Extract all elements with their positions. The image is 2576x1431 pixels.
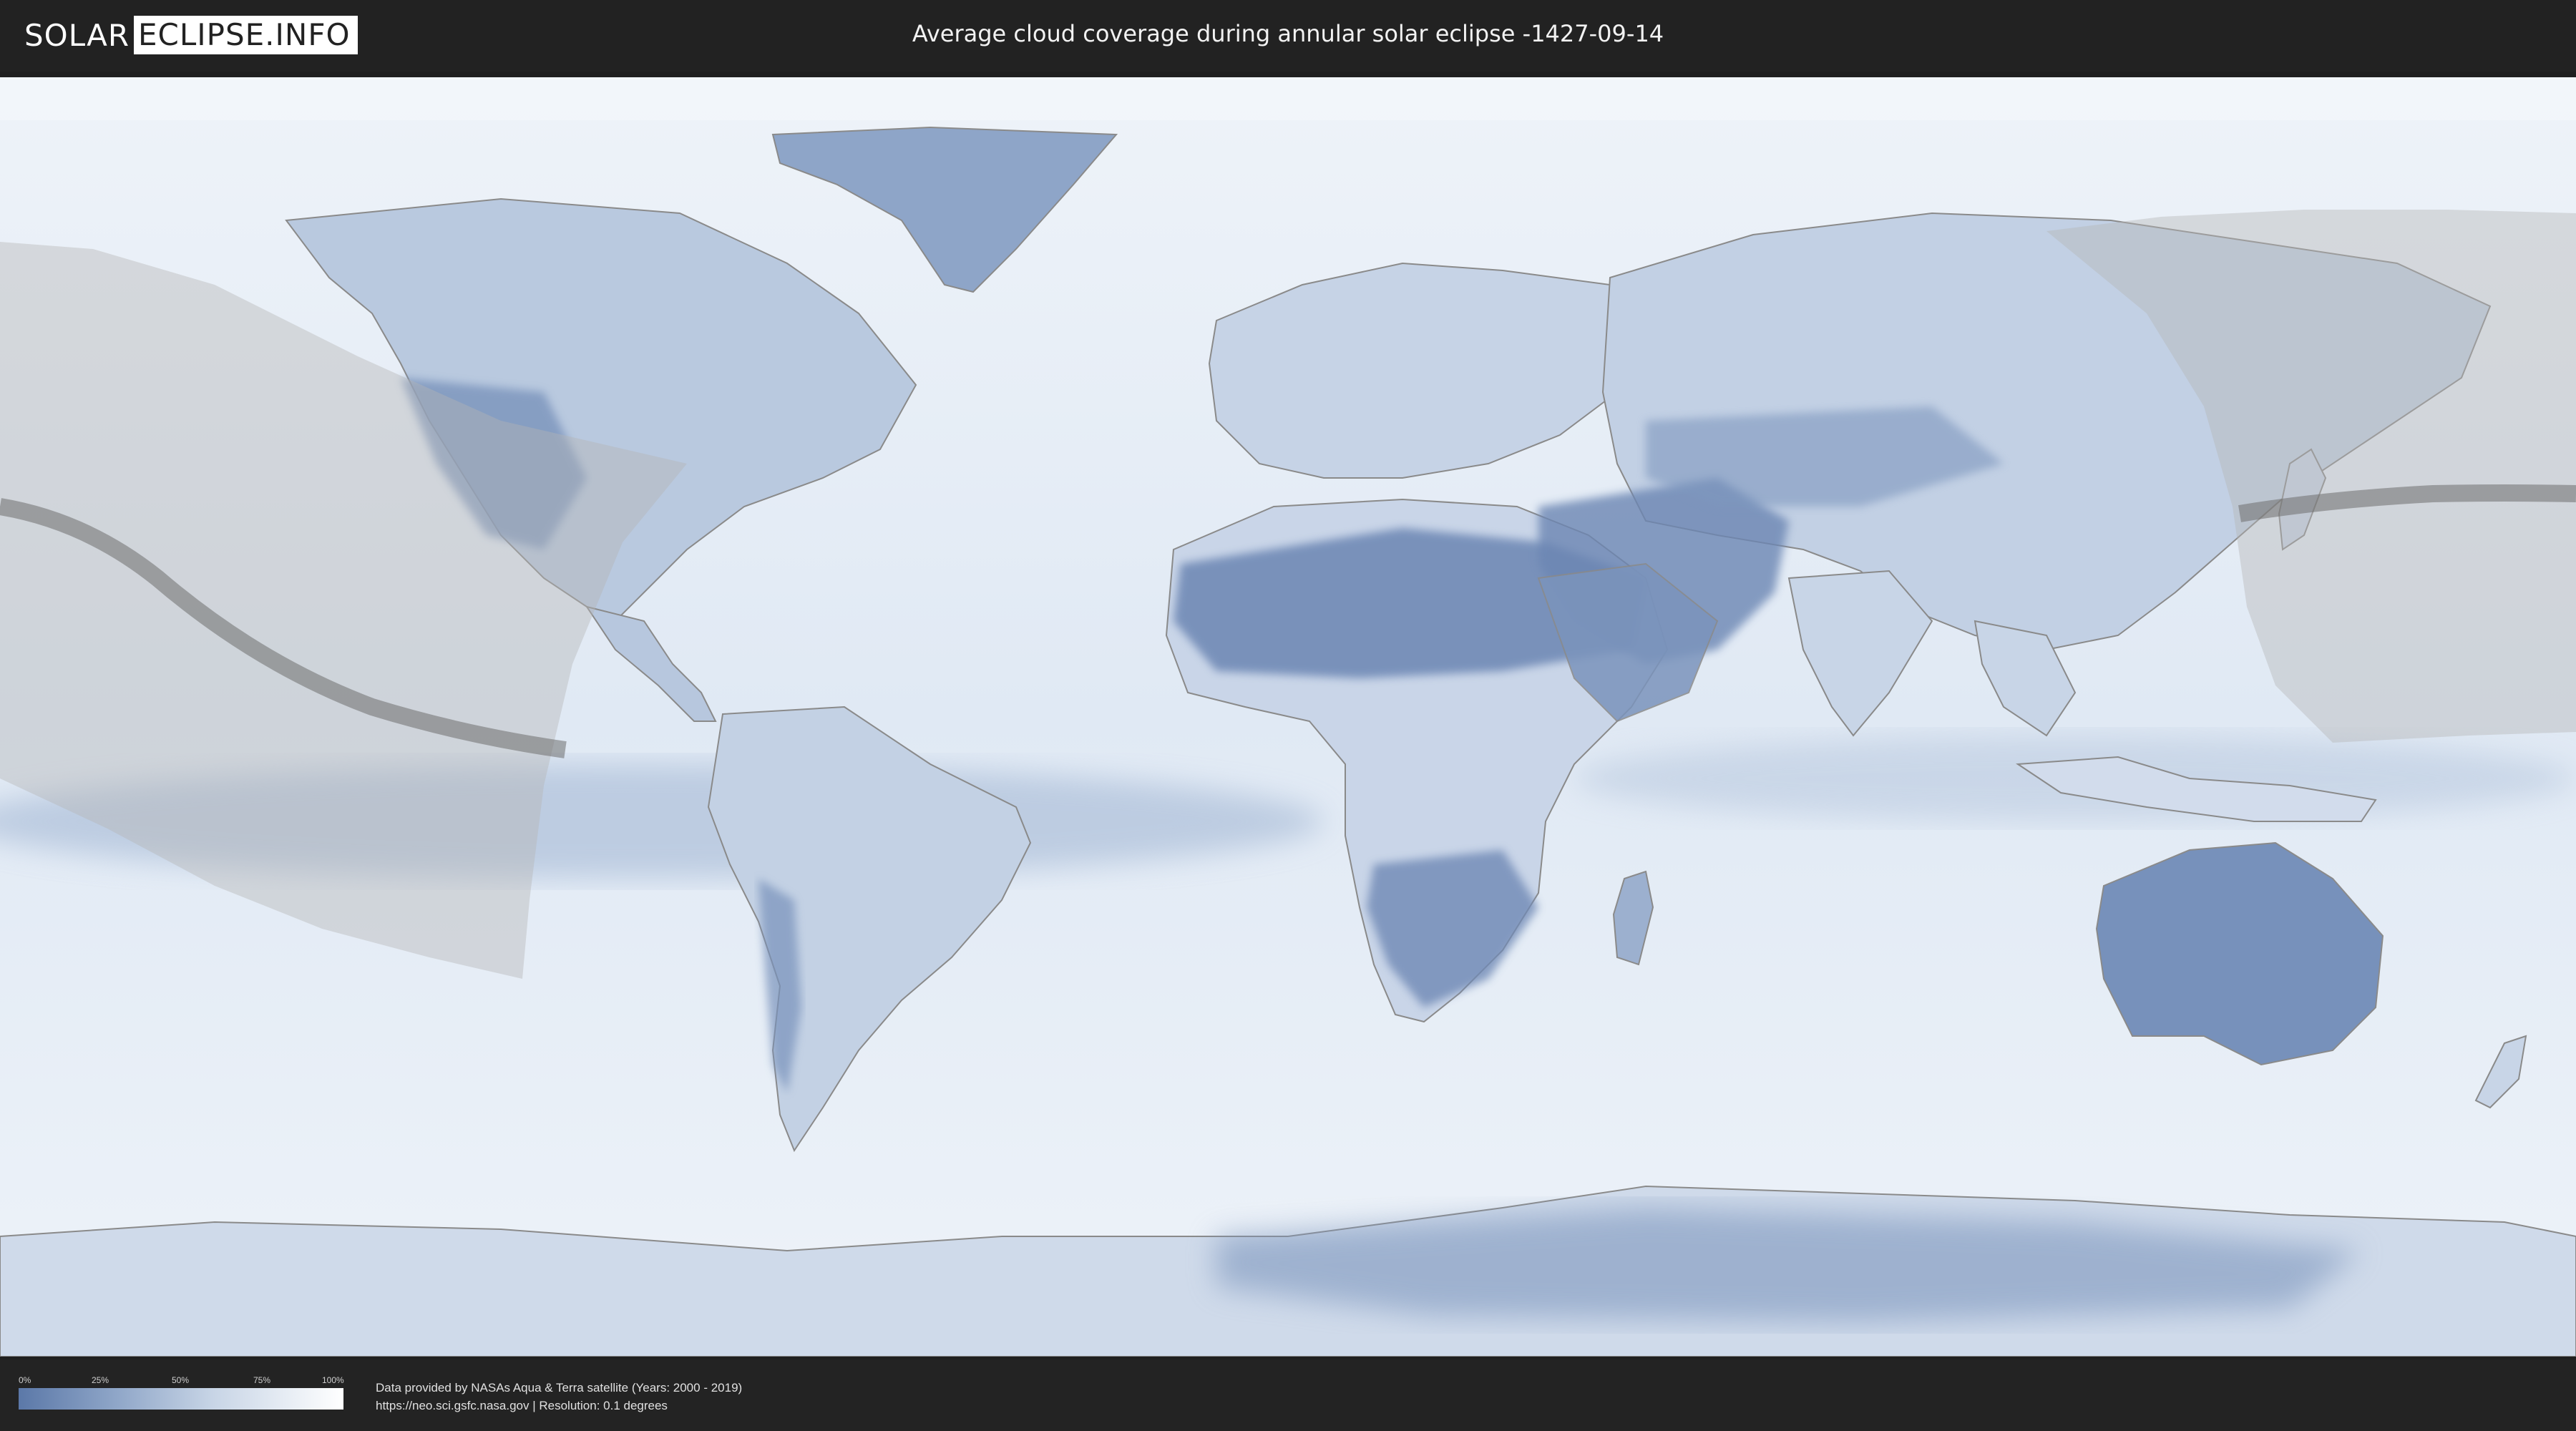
map-svg [0,77,2576,1357]
header-bar: SOLAR ECLIPSE.INFO Average cloud coverag… [0,0,2576,72]
legend-tick-25: 25% [92,1375,109,1385]
cloud-coverage-map[interactable] [0,77,2576,1357]
legend-ticks: 0% 25% 50% 75% 100% [19,1375,344,1388]
legend-tick-50: 50% [172,1375,190,1385]
page: SOLAR ECLIPSE.INFO Average cloud coverag… [0,0,2576,1431]
legend-color-bar [19,1388,343,1410]
north-haze [0,77,2576,120]
page-title: Average cloud coverage during annular so… [912,20,1664,47]
credit-line-source: Data provided by NASAs Aqua & Terra sate… [376,1381,743,1395]
credit-line-url[interactable]: https://neo.sci.gsfc.nasa.gov | Resoluti… [376,1397,742,1415]
legend-tick-75: 75% [253,1375,271,1385]
cloud-coverage-legend: 0% 25% 50% 75% 100% [19,1375,344,1410]
data-credits: Data provided by NASAs Aqua & Terra sate… [376,1379,742,1415]
legend-tick-0: 0% [19,1375,31,1385]
legend-tick-100: 100% [322,1375,344,1385]
